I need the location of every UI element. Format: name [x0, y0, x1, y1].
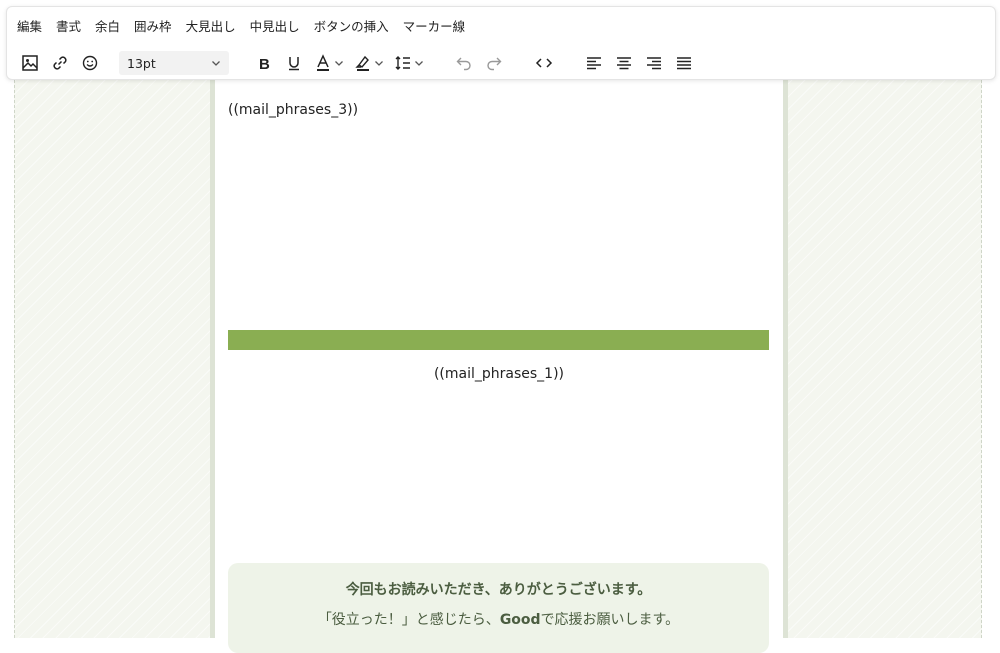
align-right-button[interactable] [639, 49, 669, 77]
line-height-icon [395, 56, 410, 70]
bold-icon: B [259, 56, 270, 72]
thanks-message: 今回もお読みいただき、ありがとうございます。 [345, 582, 652, 598]
menu-heading-medium[interactable]: 中見出し [250, 18, 300, 36]
underline-button[interactable] [279, 49, 309, 77]
chevron-down-icon [415, 61, 423, 66]
menu-marker-line[interactable]: マーカー線 [403, 18, 466, 36]
good-request-text-bold: Good [499, 612, 541, 628]
line-height-button[interactable] [389, 49, 429, 77]
underline-icon [289, 57, 299, 71]
source-code-button[interactable] [529, 49, 559, 77]
code-icon [535, 58, 553, 68]
mail-body[interactable]: ((mail_phrases_3)) ((mail_phrases_1)) 今回… [210, 80, 788, 653]
menu-heading-large[interactable]: 大見出し [186, 18, 236, 36]
text-color-icon [317, 54, 329, 71]
svg-text:B: B [259, 56, 270, 72]
menu-edit[interactable]: 編集 [17, 18, 42, 36]
mail-phrase-placeholder-3[interactable]: ((mail_phrases_3)) [228, 102, 358, 118]
menu-format[interactable]: 書式 [56, 18, 81, 36]
highlight-color-button[interactable] [349, 49, 389, 77]
link-icon [53, 56, 67, 70]
editor-toolbar: 編集 書式 余白 囲み枠 大見出し 中見出し ボタンの挿入 マーカー線 13pt… [6, 6, 996, 80]
good-request-message: 「役立った！」と感じたら、Goodで応援お願いします。 [228, 609, 769, 629]
undo-button[interactable] [449, 49, 479, 77]
font-size-value: 13pt [127, 55, 156, 71]
align-justify-icon [677, 57, 691, 70]
editor-canvas[interactable]: ((mail_phrases_3)) ((mail_phrases_1)) 今回… [14, 80, 982, 653]
mail-phrase-placeholder-1[interactable]: ((mail_phrases_1)) [215, 366, 783, 382]
section-divider-bar [228, 330, 769, 350]
good-request-text-post: で応援お願いします。 [540, 612, 680, 628]
bold-button[interactable]: B [249, 49, 279, 77]
menu-insert-button[interactable]: ボタンの挿入 [314, 18, 389, 36]
align-left-icon [587, 57, 601, 70]
menu-box[interactable]: 囲み枠 [134, 18, 172, 36]
formatting-tools: 13pt B [15, 49, 699, 77]
undo-icon [456, 57, 471, 71]
redo-icon [487, 57, 502, 71]
image-icon [22, 55, 38, 71]
align-center-icon [617, 57, 631, 70]
chevron-down-icon [335, 61, 343, 66]
align-justify-button[interactable] [669, 49, 699, 77]
highlight-icon [355, 55, 369, 71]
thanks-box[interactable]: 今回もお読みいただき、ありがとうございます。 「役立った！」と感じたら、Good… [228, 563, 769, 653]
align-right-icon [647, 57, 661, 70]
menu-margin[interactable]: 余白 [95, 18, 120, 36]
align-left-button[interactable] [579, 49, 609, 77]
text-color-button[interactable] [309, 49, 349, 77]
redo-button[interactable] [479, 49, 509, 77]
good-request-text-pre: 「役立った！」と感じたら、 [317, 612, 500, 628]
insert-link-button[interactable] [45, 49, 75, 77]
insert-emoji-button[interactable] [75, 49, 105, 77]
emoji-icon [82, 55, 98, 71]
insert-image-button[interactable] [15, 49, 45, 77]
font-size-select[interactable]: 13pt [119, 51, 229, 75]
menubar: 編集 書式 余白 囲み枠 大見出し 中見出し ボタンの挿入 マーカー線 [17, 18, 479, 36]
align-center-button[interactable] [609, 49, 639, 77]
chevron-down-icon [212, 61, 220, 66]
chevron-down-icon [375, 61, 383, 66]
